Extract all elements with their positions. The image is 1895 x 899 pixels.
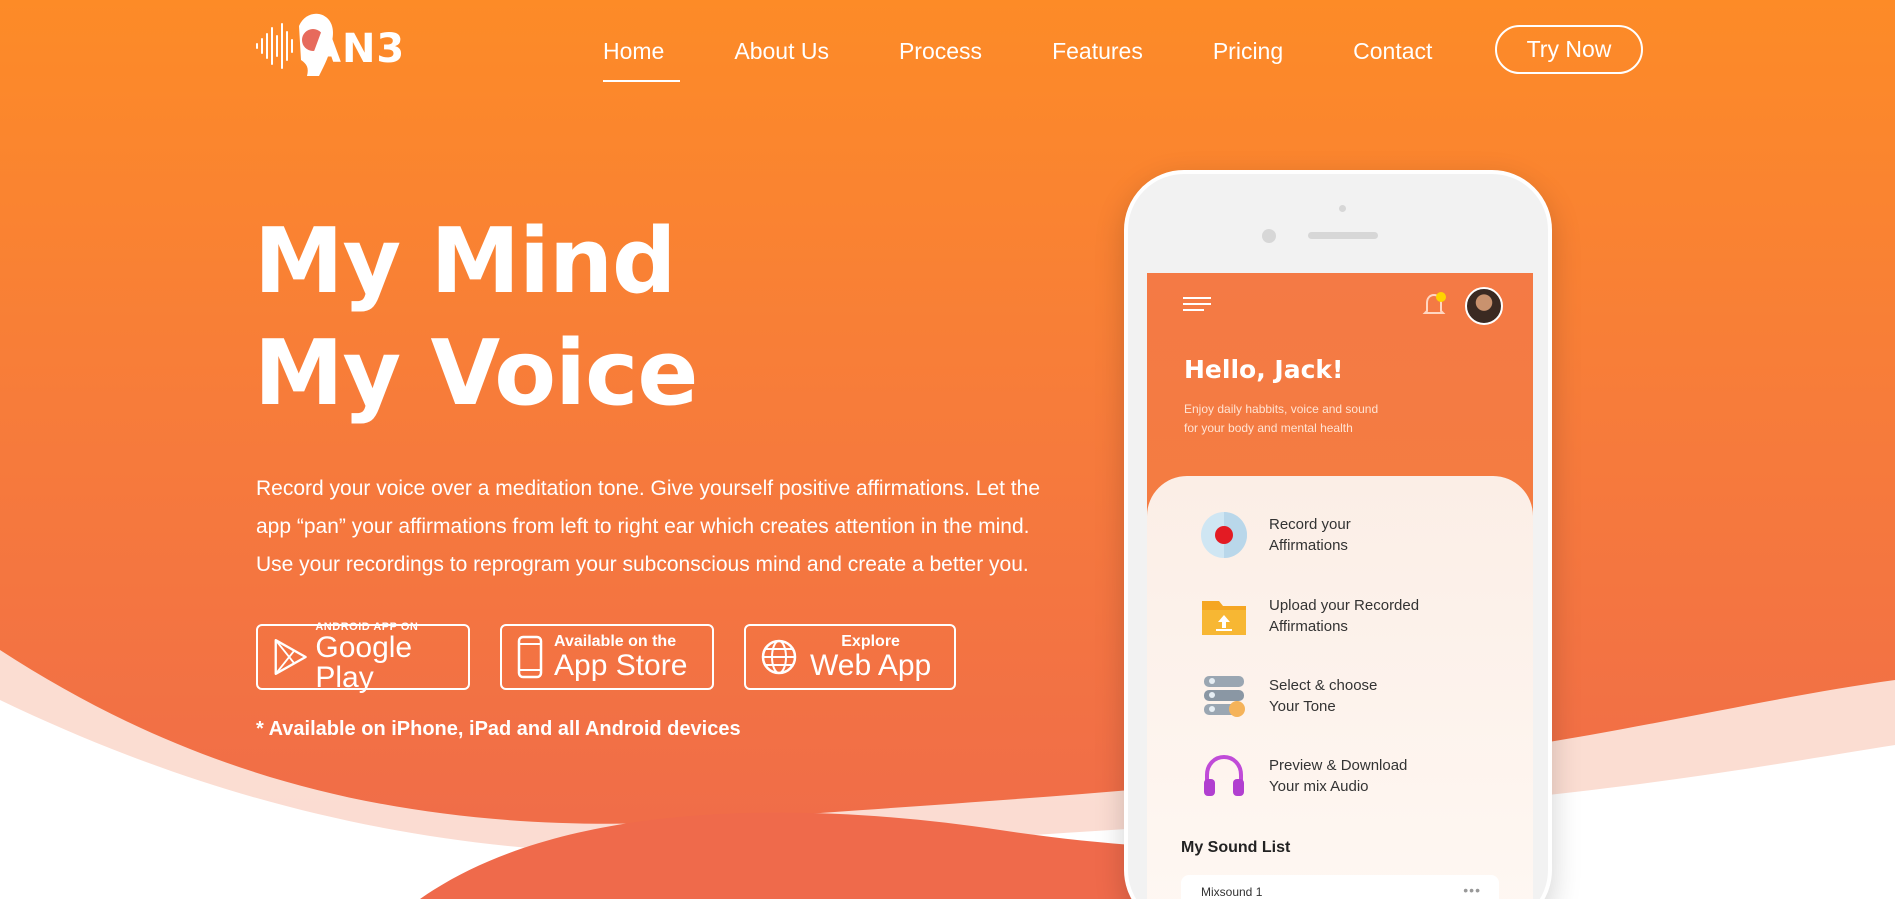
app-screen: Hello, Jack! Enjoy daily habbits, voice … bbox=[1147, 273, 1533, 899]
phone-camera bbox=[1262, 229, 1276, 243]
nav-process[interactable]: Process bbox=[886, 26, 995, 76]
web-app-badge[interactable]: Explore Web App bbox=[744, 624, 956, 690]
logo-text: AN3 bbox=[310, 26, 406, 72]
feature-tone-line1: Select & choose bbox=[1269, 677, 1378, 694]
hero-title-line1: My Mind bbox=[254, 209, 676, 314]
web-app-badge-big-text: Web App bbox=[810, 649, 932, 682]
feature-record-line2: Affirmations bbox=[1269, 537, 1348, 554]
feature-preview-line1: Preview & Download bbox=[1269, 757, 1408, 774]
more-options-icon[interactable]: ••• bbox=[1463, 882, 1481, 898]
hamburger-menu-icon[interactable] bbox=[1182, 295, 1212, 313]
app-store-badge[interactable]: Available on the App Store bbox=[500, 624, 714, 690]
app-store-badge-big-text: App Store bbox=[554, 649, 688, 682]
globe-icon bbox=[761, 639, 797, 675]
try-now-button[interactable]: Try Now bbox=[1495, 25, 1643, 74]
google-badge-big-text: Google Play bbox=[315, 631, 413, 694]
feature-upload[interactable]: Upload your Recorded Affirmations bbox=[1199, 591, 1419, 641]
phone-icon bbox=[517, 635, 543, 679]
sound-list-item[interactable]: Mixsound 1 ••• bbox=[1181, 875, 1499, 899]
feature-upload-line1: Upload your Recorded bbox=[1269, 597, 1420, 614]
feature-preview[interactable]: Preview & Download Your mix Audio bbox=[1199, 751, 1407, 801]
sound-item-label: Mixsound 1 bbox=[1201, 885, 1263, 899]
hero-title-line2: My Voice bbox=[254, 321, 698, 426]
nav-pricing[interactable]: Pricing bbox=[1200, 26, 1296, 76]
availability-note: * Available on iPhone, iPad and all Andr… bbox=[256, 718, 741, 740]
hero-description-line2: app “pan” your affirmations from left to… bbox=[256, 515, 1030, 538]
phone-mockup: Hello, Jack! Enjoy daily habbits, voice … bbox=[1124, 170, 1552, 899]
feature-record-line1: Record your bbox=[1269, 516, 1351, 533]
google-play-badge[interactable]: ANDROID APP ON Google Play bbox=[256, 621, 470, 694]
feature-tone[interactable]: Select & choose Your Tone bbox=[1199, 671, 1377, 721]
greeting-subtitle-line1: Enjoy daily habbits, voice and sound bbox=[1184, 402, 1379, 416]
hero-description-line3: Use your recordings to reprogram your su… bbox=[256, 553, 1029, 576]
brand-logo[interactable]: AN3 bbox=[255, 6, 435, 82]
feature-record[interactable]: Record your Affirmations bbox=[1199, 510, 1351, 560]
hero-title: My Mind My Voice bbox=[254, 206, 698, 430]
folder-upload-icon bbox=[1202, 601, 1246, 635]
greeting-subtitle-line2: for your body and mental health bbox=[1184, 421, 1353, 435]
play-icon bbox=[274, 639, 307, 675]
sound-list-title: My Sound List bbox=[1181, 839, 1291, 856]
hero-wave-decoration bbox=[0, 650, 1895, 899]
hero-description: Record your voice over a meditation tone… bbox=[256, 470, 1056, 584]
store-badges: ANDROID APP ON Google Play Available on … bbox=[256, 621, 986, 694]
nav-features[interactable]: Features bbox=[1039, 26, 1156, 76]
phone-speaker bbox=[1308, 232, 1378, 239]
nav-contact[interactable]: Contact bbox=[1340, 26, 1445, 76]
bell-icon[interactable] bbox=[1419, 289, 1449, 319]
nav-about-us[interactable]: About Us bbox=[721, 26, 842, 76]
main-nav: Home About Us Process Features Pricing C… bbox=[590, 26, 1489, 82]
feature-preview-line2: Your mix Audio bbox=[1269, 778, 1369, 795]
greeting: Hello, Jack! bbox=[1184, 355, 1344, 384]
feature-upload-line2: Affirmations bbox=[1269, 618, 1348, 635]
user-avatar[interactable] bbox=[1465, 287, 1503, 325]
record-icon bbox=[1201, 512, 1247, 558]
feature-tone-line2: Your Tone bbox=[1269, 698, 1336, 715]
greeting-subtitle: Enjoy daily habbits, voice and sound for… bbox=[1184, 400, 1424, 438]
headphones-icon bbox=[1204, 754, 1244, 796]
phone-sensor bbox=[1339, 205, 1346, 212]
nav-home[interactable]: Home bbox=[590, 26, 681, 82]
feature-card: Record your Affirmations Upload your Rec… bbox=[1147, 476, 1533, 899]
tone-selector-icon bbox=[1204, 676, 1245, 717]
hero-description-line1: Record your voice over a meditation tone… bbox=[256, 477, 1041, 500]
